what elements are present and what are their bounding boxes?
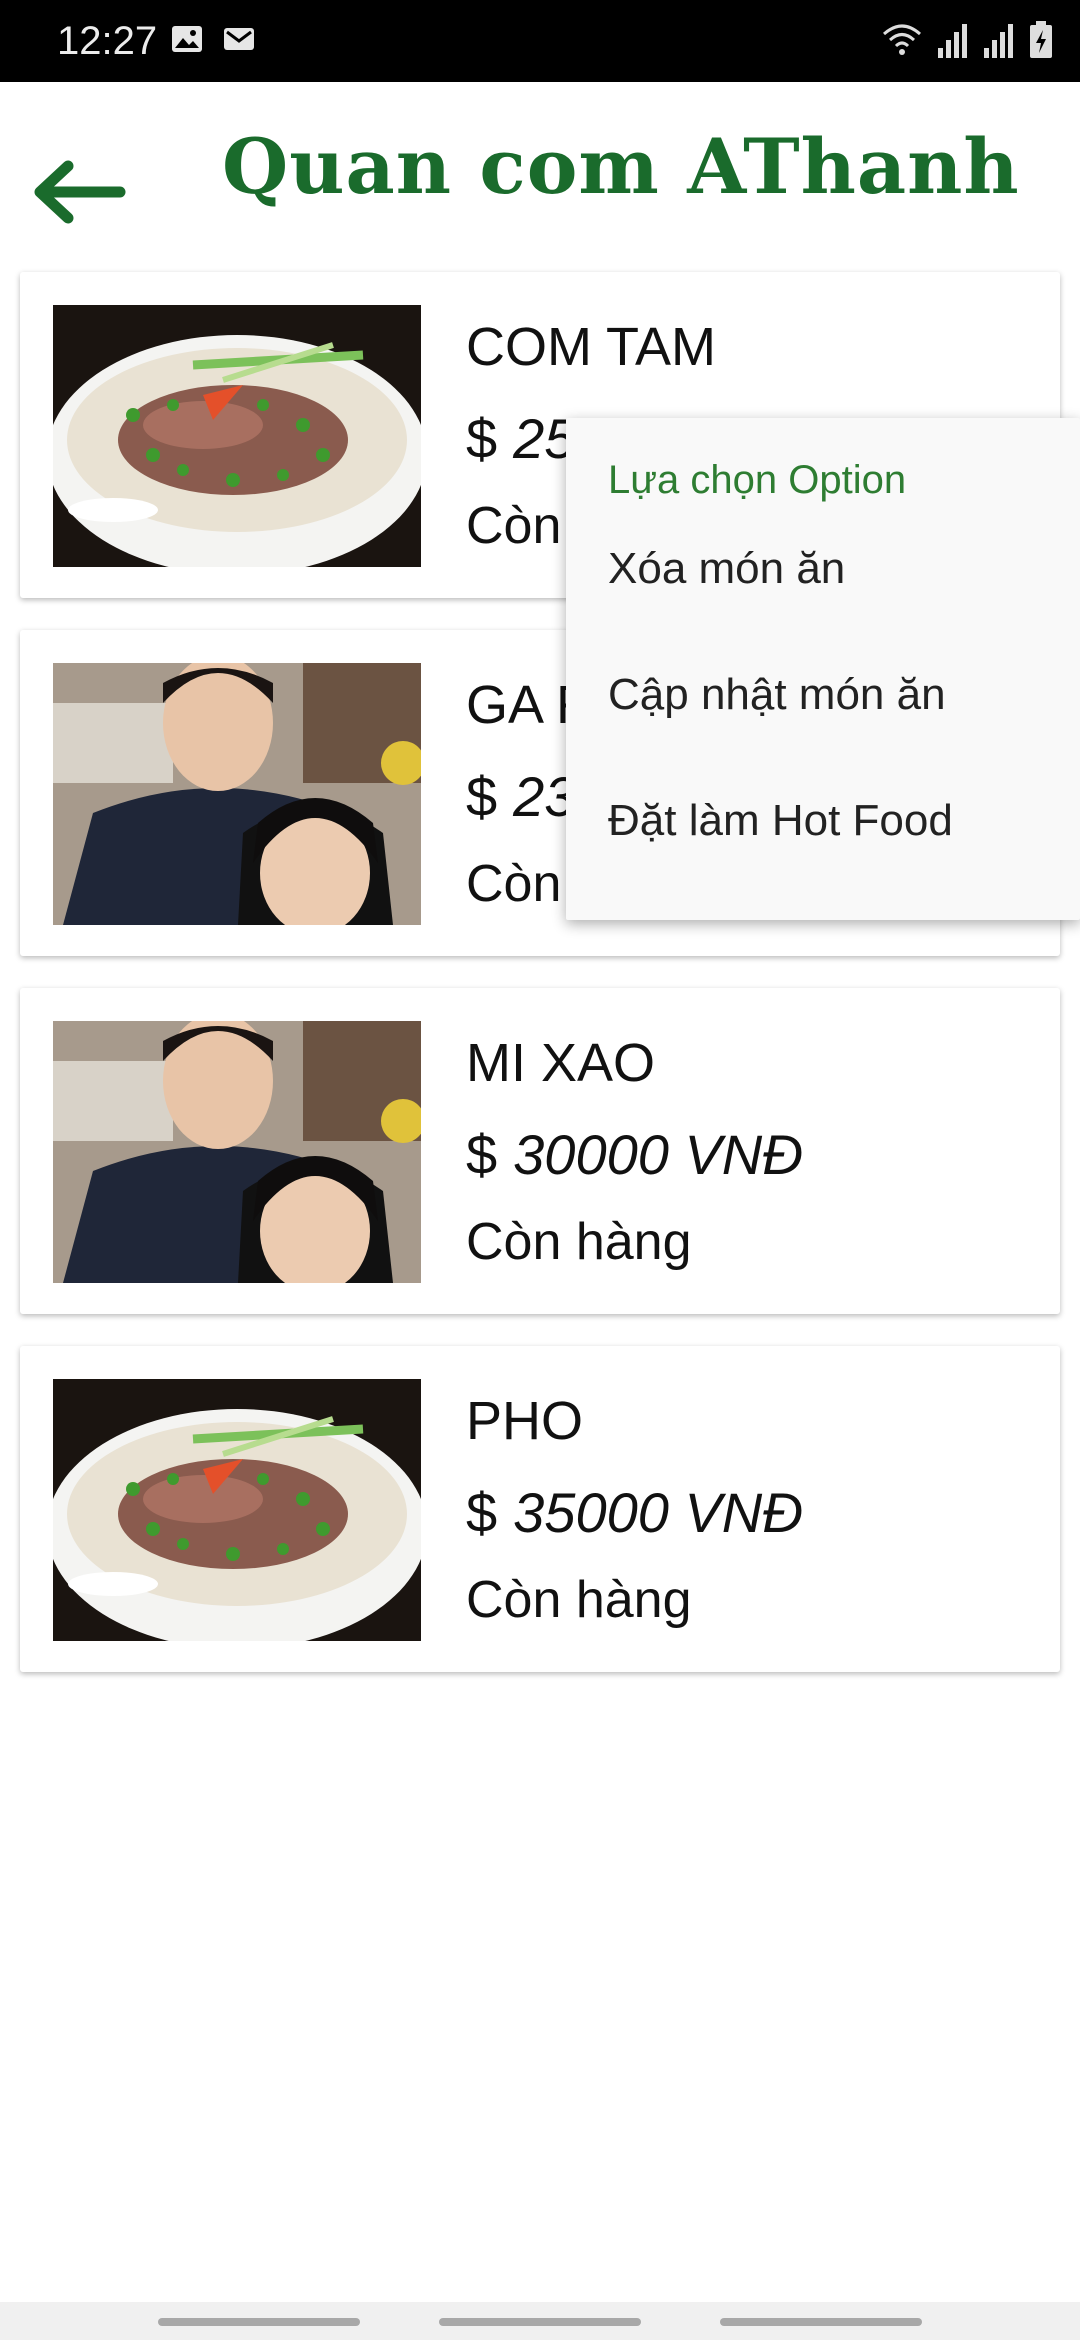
food-name: PHO <box>466 1391 584 1451</box>
signal-icon <box>984 24 1013 58</box>
food-card[interactable]: PHO $35000 VNĐ Còn hàng <box>20 1346 1060 1672</box>
nav-recents-handle[interactable] <box>158 2318 360 2326</box>
food-price: $30000 VNĐ <box>466 1123 803 1186</box>
app-bar: Quan com AThanh <box>0 82 1080 268</box>
signal-icon <box>938 24 967 58</box>
wifi-icon <box>883 24 921 55</box>
food-image <box>53 1021 421 1283</box>
menu-item-label: Đặt làm Hot Food <box>608 796 953 845</box>
food-name: COM TAM <box>466 317 716 377</box>
nav-home-handle[interactable] <box>439 2318 641 2326</box>
food-name: MI XAO <box>466 1033 656 1093</box>
status-time: 12:27 <box>57 19 158 63</box>
status-bar: 12:27 <box>0 0 1080 82</box>
food-card[interactable]: MI XAO $30000 VNĐ Còn hàng <box>20 988 1060 1314</box>
context-menu-title: Lựa chọn Option <box>608 458 907 502</box>
food-image <box>53 1379 421 1641</box>
image-icon <box>172 26 202 52</box>
back-arrow-icon <box>34 160 126 224</box>
food-image <box>53 663 421 925</box>
food-status: Còn hàng <box>466 1571 692 1629</box>
menu-item-delete-food[interactable]: Xóa món ăn <box>566 514 1080 624</box>
food-status: Còn hàng <box>466 1213 692 1271</box>
mail-icon <box>224 28 254 50</box>
battery-charging-icon <box>1030 21 1052 58</box>
food-image <box>53 305 421 567</box>
context-menu: Lựa chọn Option Xóa món ăn Cập nhật món … <box>566 418 1080 920</box>
system-nav-bar <box>0 2302 1080 2340</box>
food-price: $35000 VNĐ <box>466 1481 803 1544</box>
menu-item-label: Xóa món ăn <box>608 544 846 593</box>
back-button[interactable] <box>28 152 138 242</box>
menu-item-update-food[interactable]: Cập nhật món ăn <box>566 640 1080 750</box>
menu-item-set-hot-food[interactable]: Đặt làm Hot Food <box>566 766 1080 876</box>
menu-item-label: Cập nhật món ăn <box>608 670 946 719</box>
nav-back-handle[interactable] <box>720 2318 922 2326</box>
page-title: Quan com AThanh <box>222 122 1020 211</box>
